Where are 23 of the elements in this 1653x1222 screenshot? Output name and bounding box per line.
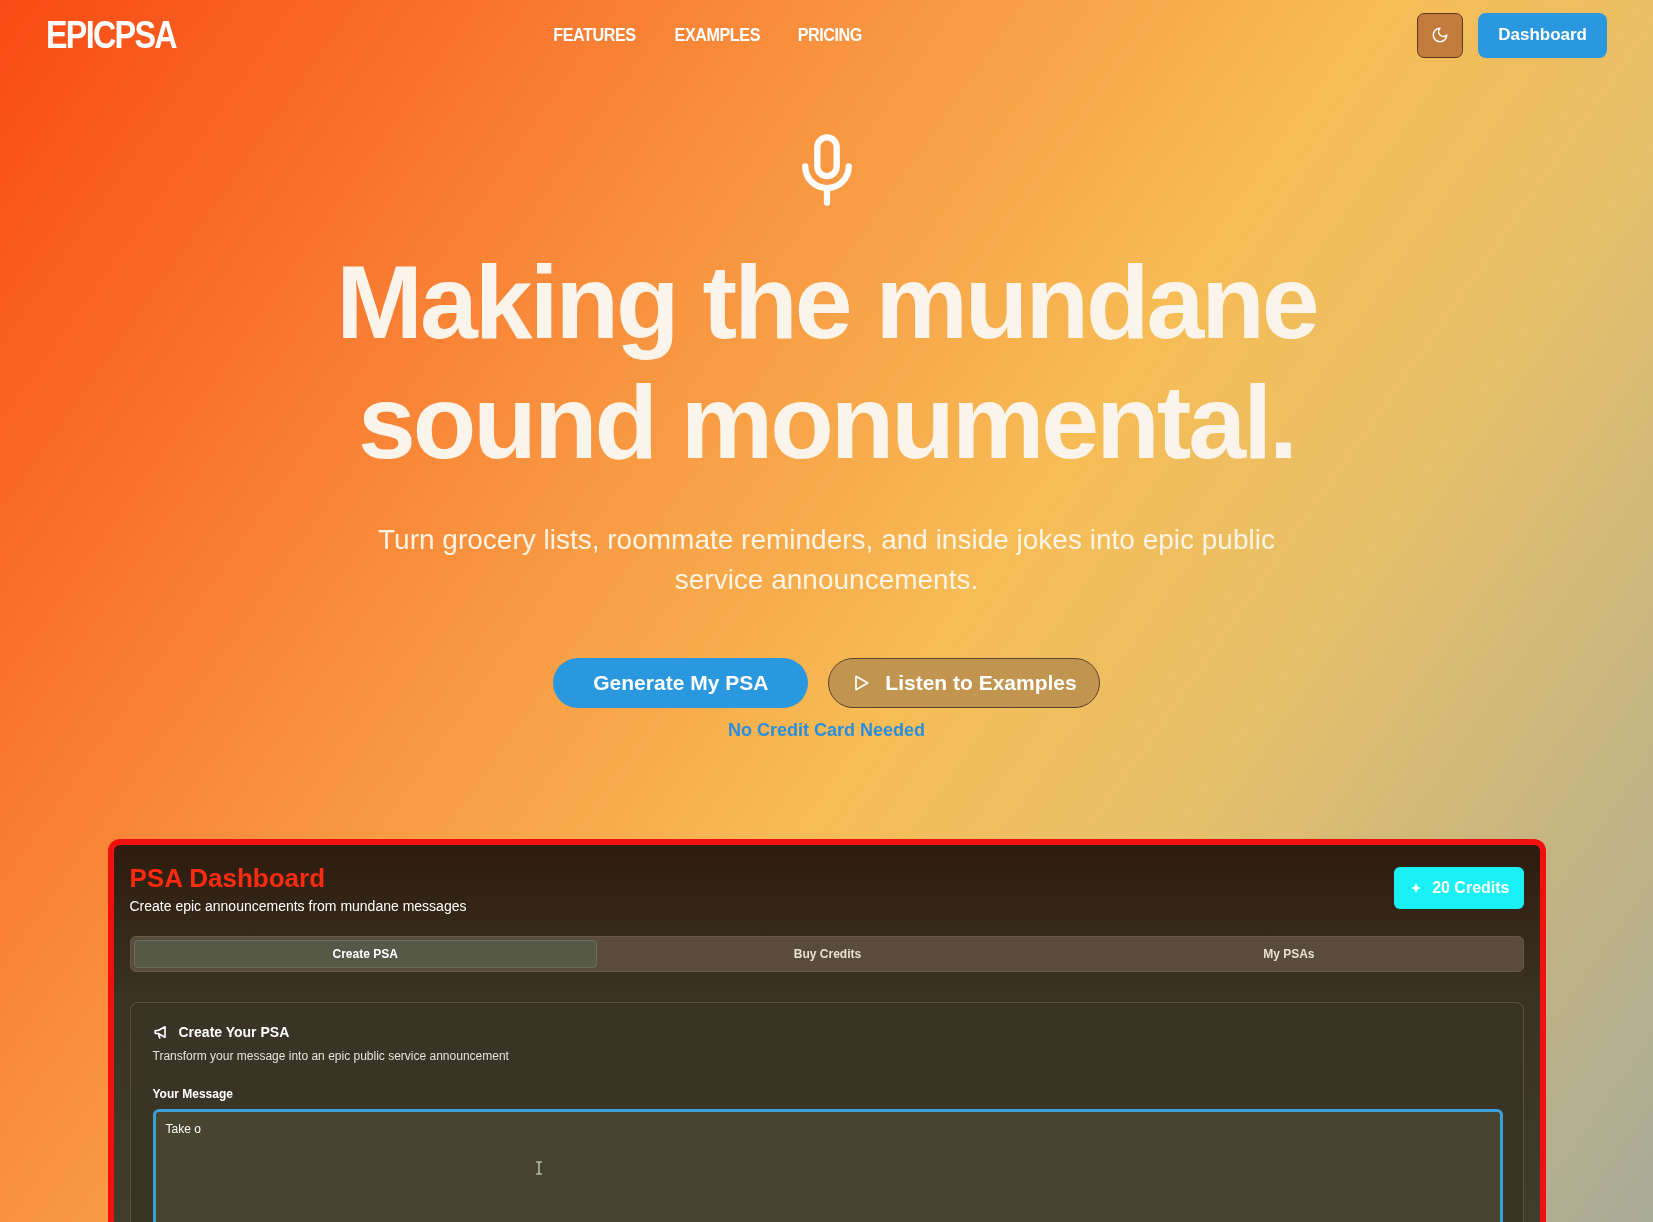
no-credit-card-note: No Credit Card Needed — [727, 720, 925, 741]
card-title: Create Your PSA — [178, 1024, 290, 1040]
logo[interactable]: EPICPSA — [46, 13, 182, 57]
listen-button[interactable]: Listen to Examples — [828, 658, 1100, 708]
message-field[interactable]: Take o — [152, 1109, 1503, 1222]
moon-icon — [1431, 26, 1450, 44]
field-label: Your Message — [152, 1087, 234, 1101]
nav-link[interactable]: PRICING — [797, 24, 862, 46]
tab[interactable]: Create PSA — [133, 940, 597, 968]
generate-button[interactable]: Generate My PSA — [553, 658, 809, 708]
theme-toggle-button[interactable] — [1417, 12, 1464, 58]
hero-subtitle: Turn grocery lists, roommate reminders, and inside jokes into epic public service announcements. — [377, 523, 1276, 597]
dashboard-button[interactable]: Dashboard — [1478, 12, 1607, 58]
hero-headline: Making the mundane sound monumental. — [336, 243, 1317, 482]
tab[interactable]: My PSAs — [1058, 940, 1520, 968]
text-cursor-icon — [534, 1161, 543, 1175]
card-description: Transform your message into an epic public service announcement — [152, 1049, 510, 1063]
nav-link[interactable]: FEATURES — [553, 24, 636, 46]
nav-link[interactable]: EXAMPLES — [674, 24, 760, 46]
sparkle-icon — [1410, 882, 1423, 894]
dashboard-subtitle: Create epic announcements from mundane messages — [129, 898, 467, 914]
dashboard-title: PSA Dashboard — [129, 863, 327, 894]
tab[interactable]: Buy Credits — [596, 940, 1059, 968]
